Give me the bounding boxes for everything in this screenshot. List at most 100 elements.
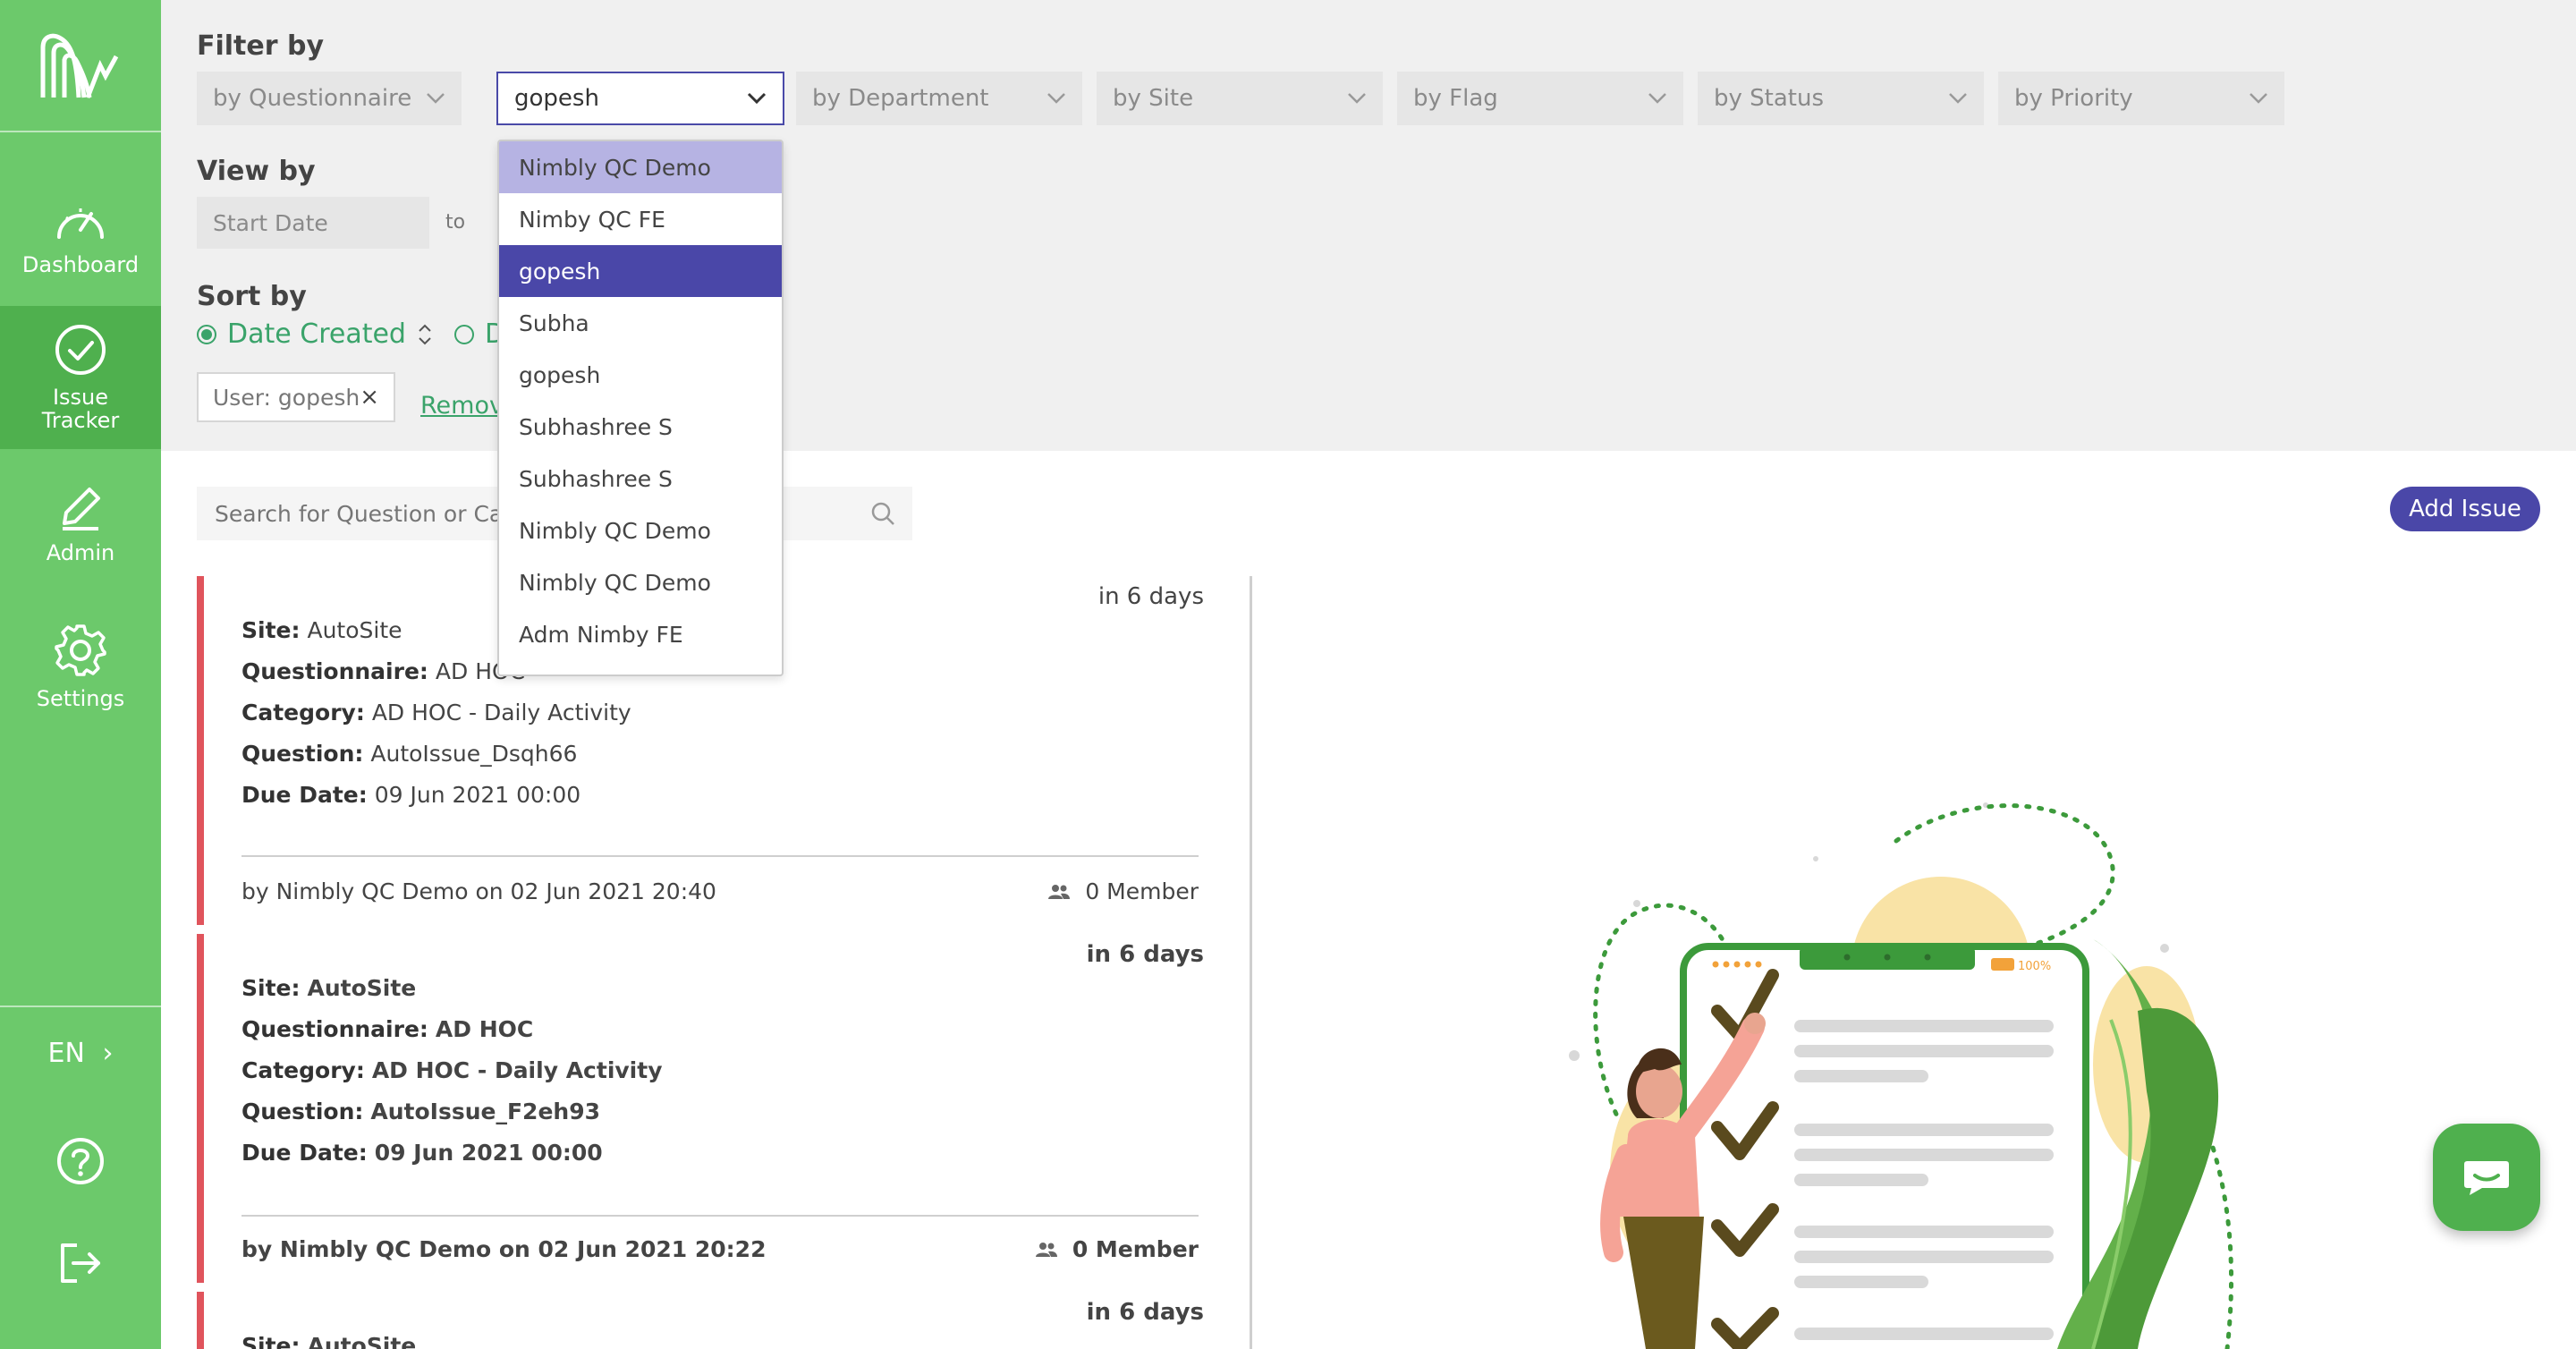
- status-select[interactable]: by Status: [1698, 72, 1984, 125]
- chevron-down-icon: [1348, 93, 1366, 104]
- sidebar: Dashboard Issue Tracker Admin Settings E…: [0, 0, 161, 1349]
- created-by-label: by Nimbly QC Demo on 02 Jun 2021 20:22: [242, 1236, 767, 1262]
- view-title: View by: [197, 156, 316, 187]
- status-select-value: by Status: [1714, 85, 1825, 112]
- issue-question-row: Question: AutoIssue_Dsqh66: [242, 741, 578, 767]
- priority-select[interactable]: by Priority: [1998, 72, 2284, 125]
- created-by-label: by Nimbly QC Demo on 02 Jun 2021 20:40: [242, 878, 716, 904]
- due-in-label: in 6 days: [1086, 1299, 1204, 1326]
- card-divider: [242, 1215, 1199, 1217]
- chevron-down-icon: [1648, 93, 1666, 104]
- radio-selected-icon: [197, 324, 216, 344]
- dropdown-option[interactable]: Nimbly QC Demo: [499, 141, 782, 193]
- questionnaire-select[interactable]: by Questionnaire: [197, 72, 462, 125]
- sort-title: Sort by: [197, 281, 307, 312]
- questionnaire-select-value: by Questionnaire: [213, 85, 412, 112]
- chevron-down-icon: [1047, 93, 1065, 104]
- chevron-down-icon: [1949, 93, 1967, 104]
- close-icon[interactable]: ×: [360, 384, 379, 411]
- dropdown-option[interactable]: gopesh: [499, 349, 782, 401]
- department-select-value: by Department: [812, 85, 989, 112]
- start-date-placeholder: Start Date: [213, 209, 328, 236]
- dropdown-option[interactable]: Adm Nimby FE: [499, 608, 782, 660]
- members-count: 0 Member: [1035, 1236, 1199, 1262]
- empty-state-illustration: 100%: [1569, 802, 2234, 1349]
- chat-bubble-icon: [2464, 1161, 2509, 1195]
- issue-site-row: Site: AutoSite: [242, 975, 417, 1001]
- issue-due-date-row: Due Date: 09 Jun 2021 00:00: [242, 1140, 603, 1166]
- active-filter-chip: User: gopesh ×: [197, 372, 395, 422]
- dropdown-option[interactable]: Nimbly QC Demo: [499, 556, 782, 608]
- issue-questionnaire-row: Questionnaire: AD HOC: [242, 658, 526, 684]
- sort-option-label: Date Created: [227, 318, 406, 350]
- sidebar-item-label-line1: Issue: [52, 385, 109, 410]
- sort-updown-icon: [419, 324, 431, 344]
- members-count: 0 Member: [1047, 878, 1199, 904]
- dropdown-option[interactable]: Subhashree S: [499, 453, 782, 505]
- priority-select-value: by Priority: [2014, 85, 2133, 112]
- issue-site-row: Site: AutoSite: [242, 617, 402, 643]
- sidebar-item-label-line2: Tracker: [41, 408, 120, 433]
- logout-icon[interactable]: [55, 1238, 106, 1288]
- dropdown-option[interactable]: Nimby QC FE: [499, 193, 782, 245]
- flag-select-value: by Flag: [1413, 85, 1498, 112]
- sidebar-item-admin[interactable]: Admin: [0, 465, 161, 581]
- user-dropdown-menu: Nimbly QC Demo Nimby QC FE gopesh Subha …: [497, 140, 784, 676]
- due-in-label: in 6 days: [1097, 583, 1204, 610]
- sidebar-item-label: Admin: [46, 540, 115, 565]
- sidebar-item-dashboard[interactable]: Dashboard: [0, 179, 161, 295]
- list-detail-divider: [1250, 576, 1252, 1349]
- sidebar-item-issue-tracker[interactable]: Issue Tracker: [0, 306, 161, 449]
- chevron-down-icon: [2250, 93, 2267, 104]
- issue-footer: by Nimbly QC Demo on 02 Jun 2021 20:22 0…: [242, 1236, 1199, 1262]
- sidebar-item-label: Settings: [36, 686, 125, 711]
- language-label: EN: [47, 1038, 85, 1069]
- radio-unselected-icon: [454, 324, 474, 344]
- sidebar-item-settings[interactable]: Settings: [0, 608, 161, 725]
- issue-card[interactable]: in 6 days Site: AutoSite Questionnaire: AD…: [197, 934, 1216, 1283]
- issue-footer: by Nimbly QC Demo on 02 Jun 2021 20:40 0…: [242, 878, 1199, 904]
- start-date-input[interactable]: Start Date: [197, 197, 429, 249]
- issue-category-row: Category: AD HOC - Daily Activity: [242, 700, 631, 725]
- user-select-value: gopesh: [514, 85, 599, 112]
- chip-label: User: gopesh: [213, 384, 360, 411]
- language-switcher[interactable]: EN ›: [0, 1038, 161, 1069]
- issue-question-row: Question: AutoIssue_F2eh93: [242, 1099, 600, 1124]
- filter-title: Filter by: [197, 30, 325, 62]
- card-divider: [242, 855, 1199, 857]
- people-icon: [1048, 884, 1071, 899]
- dropdown-option[interactable]: Subhashree S: [499, 401, 782, 453]
- issue-site-row: Site: AutoSite: [242, 1333, 417, 1349]
- chevron-down-icon: [427, 93, 445, 104]
- department-select[interactable]: by Department: [796, 72, 1082, 125]
- due-in-label: in 6 days: [1086, 941, 1204, 968]
- nimbly-logo-icon: [40, 33, 119, 98]
- dropdown-option[interactable]: Subha: [499, 297, 782, 349]
- flag-select[interactable]: by Flag: [1397, 72, 1683, 125]
- people-icon: [1035, 1242, 1057, 1257]
- dashboard-gauge-icon: [57, 208, 104, 239]
- question-circle-icon[interactable]: [55, 1136, 106, 1186]
- check-circle-icon: [55, 325, 106, 375]
- search-icon[interactable]: [869, 500, 896, 527]
- sidebar-divider: [0, 1005, 161, 1007]
- issue-category-row: Category: AD HOC - Daily Activity: [242, 1057, 663, 1083]
- issue-due-date-row: Due Date: 09 Jun 2021 00:00: [242, 782, 581, 808]
- chevron-right-icon: ›: [102, 1038, 114, 1069]
- user-select[interactable]: gopesh: [496, 72, 784, 125]
- site-select-value: by Site: [1113, 85, 1194, 112]
- sort-option-date-created[interactable]: Date Created: [197, 318, 433, 350]
- battery-percentage: 100%: [2018, 960, 2051, 973]
- site-select[interactable]: by Site: [1097, 72, 1383, 125]
- app-logo[interactable]: [0, 0, 161, 132]
- issue-card[interactable]: in 6 days Site: AutoSite: [197, 1292, 1216, 1349]
- pencil-icon: [63, 488, 100, 530]
- add-issue-button[interactable]: Add Issue: [2390, 487, 2540, 531]
- date-range-separator: to: [445, 211, 466, 233]
- gear-icon: [55, 624, 106, 676]
- sidebar-item-label: Dashboard: [21, 252, 140, 277]
- dropdown-option-selected[interactable]: gopesh: [499, 245, 782, 297]
- chat-button[interactable]: [2433, 1124, 2540, 1231]
- dropdown-option[interactable]: Nimbly QC Demo: [499, 505, 782, 556]
- remove-filters-link[interactable]: Remov: [420, 392, 504, 420]
